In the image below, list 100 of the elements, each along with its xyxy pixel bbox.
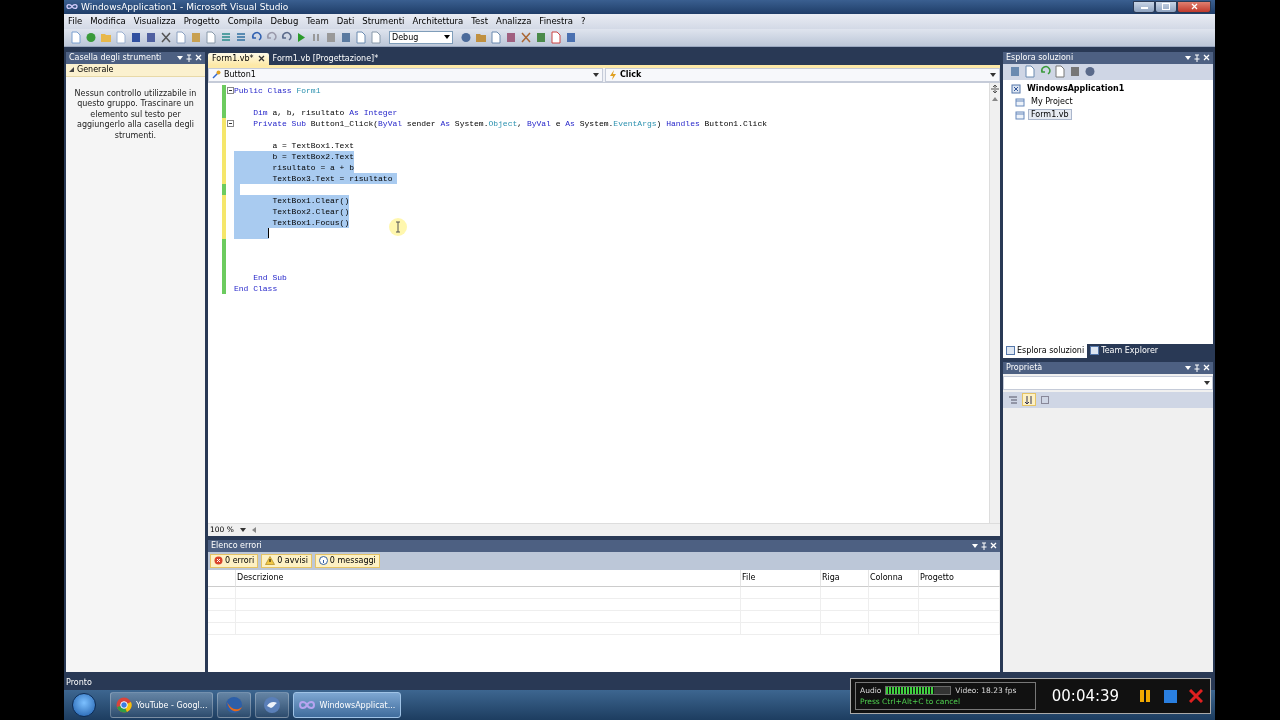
pane-title: Esplora soluzioni <box>1006 53 1074 63</box>
document-icon[interactable] <box>490 30 502 44</box>
alphabetical-button[interactable] <box>1022 393 1036 407</box>
column-header[interactable]: Riga <box>821 569 869 587</box>
document-tab[interactable]: Form1.vb [Progettazione]* <box>268 52 383 65</box>
search-icon[interactable] <box>1084 65 1096 79</box>
redo-icon[interactable] <box>265 30 277 44</box>
menu-item[interactable]: Finestra <box>539 16 574 27</box>
maximize-button[interactable] <box>1155 0 1177 13</box>
categorized-button[interactable] <box>1006 393 1020 407</box>
column-header[interactable]: Descrizione <box>236 569 741 587</box>
error-icon <box>214 556 223 566</box>
panel-icon <box>1006 346 1015 356</box>
pane-title: Casella degli strumenti <box>69 53 162 63</box>
document-icon[interactable] <box>205 30 217 44</box>
menu-item[interactable]: ? <box>581 16 586 27</box>
group-label: Generale <box>77 65 114 75</box>
window-icon[interactable] <box>535 30 547 44</box>
taskbar-button[interactable]: YouTube - Googl... <box>110 692 214 718</box>
column-header[interactable]: File <box>741 569 821 587</box>
column-header[interactable]: Colonna <box>869 569 919 587</box>
tree-item[interactable]: My Project <box>1028 96 1076 108</box>
collapse-icon[interactable] <box>226 86 234 94</box>
tree-item[interactable]: Form1.vb <box>1028 109 1072 121</box>
window-icon[interactable] <box>1069 65 1081 79</box>
window-icon[interactable] <box>355 30 367 44</box>
code-line: Dim a, b, risultato As Integer <box>252 106 398 118</box>
lines-icon[interactable] <box>220 30 232 44</box>
menu-item[interactable]: Architettura <box>412 16 464 27</box>
menu-item[interactable]: Test <box>471 16 489 27</box>
menu-item[interactable]: Analizza <box>496 16 532 27</box>
window-title: WindowsApplication1 - Microsoft Visual Studio <box>81 1 290 12</box>
pin-icon[interactable] <box>1194 53 1200 62</box>
file-icon <box>1015 109 1025 120</box>
close-button[interactable] <box>1177 0 1211 13</box>
menu-item[interactable]: Strumenti <box>362 16 405 27</box>
panel-tab[interactable]: Esplora soluzioni <box>1003 343 1088 358</box>
menu-item[interactable]: Team <box>306 16 329 27</box>
clipboard-icon[interactable] <box>190 30 202 44</box>
dropdown-arrow-icon <box>177 54 183 61</box>
dropdown-arrow-icon <box>444 34 450 41</box>
maximize-icon <box>1162 3 1170 11</box>
vertical-scrollbar[interactable] <box>989 82 1000 523</box>
pin-icon[interactable] <box>981 541 987 550</box>
filter-button[interactable]: 0 avvisi <box>261 553 312 568</box>
panel-icon <box>1090 346 1100 356</box>
table-cell <box>208 586 236 599</box>
menu-item[interactable]: File <box>68 16 83 27</box>
window-icon[interactable] <box>370 30 382 44</box>
column-header[interactable]: Progetto <box>919 569 1000 587</box>
panel-tab[interactable]: Team Explorer <box>1087 343 1162 358</box>
menu-item[interactable]: Visualizza <box>133 16 176 27</box>
taskbar-button[interactable]: WindowsApplicat... <box>293 692 402 718</box>
file-icon <box>1015 96 1025 107</box>
warning-icon <box>265 556 276 566</box>
document-icon[interactable] <box>1024 65 1036 79</box>
search-icon[interactable] <box>460 30 472 44</box>
document-icon[interactable] <box>70 30 82 44</box>
pin-icon[interactable] <box>1194 363 1200 372</box>
configuration-dropdown[interactable]: Debug <box>389 30 453 44</box>
window-icon[interactable] <box>505 30 517 44</box>
window-icon[interactable] <box>565 30 577 44</box>
play-icon[interactable] <box>295 30 307 44</box>
lines-icon[interactable] <box>235 30 247 44</box>
undo-icon[interactable] <box>250 30 262 44</box>
document-icon[interactable] <box>550 30 562 44</box>
close-icon <box>1189 689 1204 703</box>
collapse-icon[interactable] <box>226 119 234 127</box>
stop-icon[interactable] <box>325 30 337 44</box>
scissors-icon[interactable] <box>160 30 172 44</box>
cancel-button[interactable] <box>1186 686 1206 706</box>
filter-button[interactable]: 0 messaggi <box>314 553 380 568</box>
categories-icon <box>1009 395 1017 404</box>
taskbar-button[interactable] <box>255 692 290 718</box>
menu-item[interactable]: Compila <box>227 16 263 27</box>
property-pages-button[interactable] <box>1038 393 1052 407</box>
menu-item[interactable]: Progetto <box>183 16 220 27</box>
tree-item[interactable]: WindowsApplication1 <box>1024 83 1128 95</box>
code-line: End Sub <box>252 271 287 283</box>
menu-item[interactable]: Dati <box>336 16 355 27</box>
document-tab[interactable]: Form1.vb* <box>208 52 269 65</box>
lightning-icon <box>609 69 617 80</box>
minimize-button[interactable] <box>1133 0 1155 13</box>
pin-icon[interactable] <box>186 53 192 62</box>
browser-icon <box>116 697 132 713</box>
mouse-cursor-icon <box>388 216 408 237</box>
wrench-icon[interactable] <box>520 30 532 44</box>
expanded-arrow-icon <box>69 67 74 73</box>
arrow-icon[interactable] <box>280 30 292 44</box>
filter-button[interactable]: 0 errori <box>210 553 259 568</box>
menu-item[interactable]: Modifica <box>90 16 126 27</box>
document-icon[interactable] <box>1054 65 1066 79</box>
menu-item[interactable]: Debug <box>270 16 299 27</box>
text-caret <box>268 228 269 239</box>
dropdown-arrow-icon <box>593 71 599 78</box>
window-icon[interactable] <box>1009 65 1021 79</box>
close-icon[interactable] <box>257 55 265 63</box>
start-button[interactable] <box>72 693 96 717</box>
globe-icon[interactable] <box>85 30 97 44</box>
window-icon[interactable] <box>340 30 352 44</box>
